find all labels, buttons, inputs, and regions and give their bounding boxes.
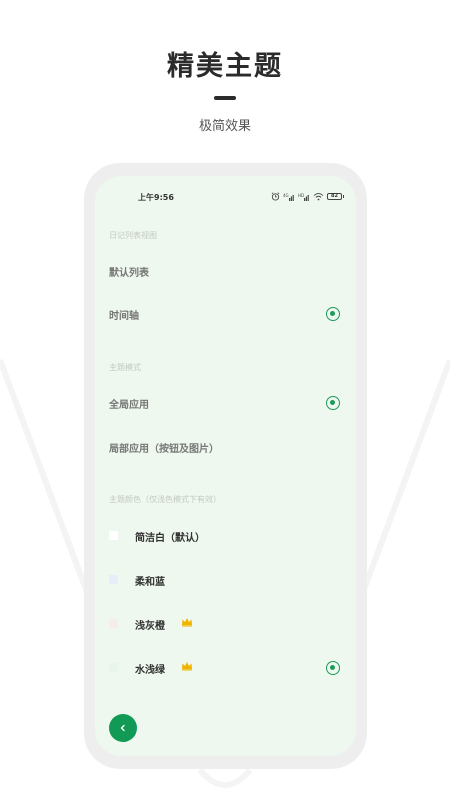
color-option-simple-white[interactable]: 简洁白（默认） (95, 521, 356, 551)
color-label: 柔和蓝 (135, 577, 165, 588)
section-header-diary-list-view: 日记列表视图 (109, 231, 157, 240)
option-timeline[interactable]: 时间轴 (95, 299, 356, 329)
color-label: 简洁白（默认） (135, 533, 205, 544)
option-label: 局部应用（按钮及图片） (109, 444, 219, 455)
status-bar: 上午9:56 4G HD 82 (95, 176, 356, 218)
crown-icon (182, 662, 192, 671)
option-label: 默认列表 (109, 268, 149, 279)
color-swatch (109, 575, 118, 584)
color-swatch (109, 619, 118, 628)
color-option-light-gray-orange[interactable]: 浅灰橙 (95, 609, 356, 639)
section-header-theme-color: 主题颜色（仅浅色模式下有效） (109, 495, 221, 504)
svg-text:HD: HD (298, 193, 304, 198)
wifi-icon (313, 192, 324, 200)
option-global-apply[interactable]: 全局应用 (95, 388, 356, 418)
back-button[interactable] (109, 714, 137, 742)
signal-icon: 4G (283, 193, 294, 201)
chevron-left-icon (120, 724, 125, 732)
option-label: 时间轴 (109, 311, 139, 322)
title-underline-dash (214, 96, 236, 100)
color-label: 水浅绿 (135, 665, 165, 676)
option-partial-apply[interactable]: 局部应用（按钮及图片） (95, 432, 356, 462)
crown-icon (182, 618, 192, 627)
radio-selected-icon[interactable] (326, 661, 340, 675)
color-option-water-light-green[interactable]: 水浅绿 (95, 653, 356, 683)
color-swatch (109, 663, 118, 672)
status-icons: 4G HD 82 (271, 190, 344, 202)
battery-icon: 82 (327, 192, 344, 200)
color-option-soft-blue[interactable]: 柔和蓝 (95, 565, 356, 595)
radio-selected-icon[interactable] (326, 396, 340, 410)
option-default-list[interactable]: 默认列表 (95, 256, 356, 286)
signal-icon: HD (298, 193, 309, 201)
phone-screen: 上午9:56 4G HD 82 日记列表视图 默认列表 时间轴 主题模式 全局应… (95, 176, 356, 756)
radio-selected-icon[interactable] (326, 307, 340, 321)
promo-title: 精美主题 (167, 51, 283, 82)
svg-text:4G: 4G (283, 193, 289, 198)
promo-subtitle: 极简效果 (198, 119, 251, 134)
status-time: 上午9:56 (138, 193, 174, 202)
option-label: 全局应用 (109, 400, 149, 411)
section-header-theme-mode: 主题模式 (109, 363, 141, 372)
color-label: 浅灰橙 (135, 621, 165, 632)
alarm-icon (271, 191, 280, 201)
color-swatch (109, 531, 118, 540)
